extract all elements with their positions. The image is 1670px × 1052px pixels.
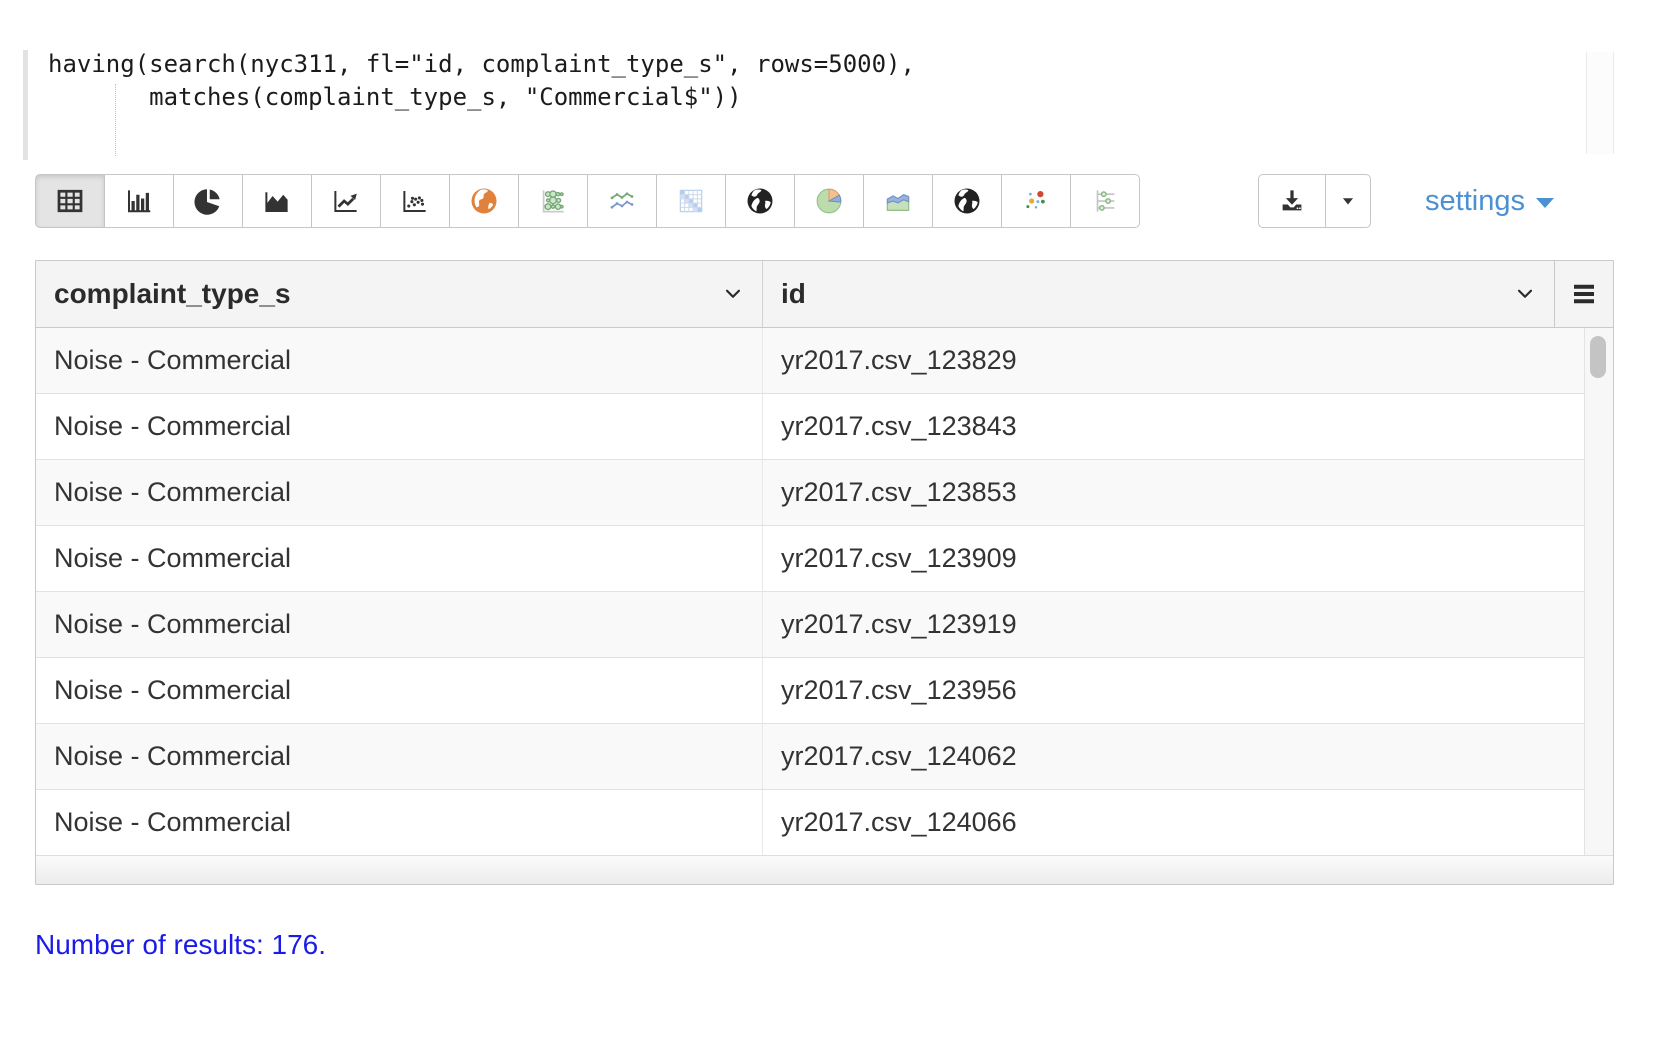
chart-button-multi-series-line[interactable] — [587, 174, 657, 228]
parallel-coords-icon — [1090, 186, 1120, 216]
table-row: Noise - Commercial yr2017.csv_124062 — [36, 724, 1613, 790]
globe2-icon — [952, 186, 982, 216]
horizontal-scroll-area — [36, 855, 1613, 884]
table-row: Noise - Commercial yr2017.csv_123919 — [36, 592, 1613, 658]
column-header-label: complaint_type_s — [54, 278, 291, 310]
column-header-label: id — [781, 278, 806, 310]
area-color-icon — [883, 186, 913, 216]
chart-button-line-chart[interactable] — [311, 174, 381, 228]
caret-down-icon — [1337, 190, 1359, 212]
table-row: Noise - Commercial yr2017.csv_123829 — [36, 328, 1613, 394]
chart-button-scatter-plot[interactable] — [380, 174, 450, 228]
chart-button-heatmap[interactable] — [656, 174, 726, 228]
chart-button-table[interactable] — [35, 174, 105, 228]
chart-button-map[interactable] — [449, 174, 519, 228]
cell-id: yr2017.csv_123919 — [763, 592, 1613, 657]
cell-complaint-type: Noise - Commercial — [36, 526, 763, 591]
export-button-group — [1258, 174, 1371, 228]
chart-button-area-chart[interactable] — [242, 174, 312, 228]
settings-dropdown[interactable]: settings — [1425, 185, 1554, 218]
cell-id: yr2017.csv_123853 — [763, 460, 1613, 525]
table-header-row: complaint_type_s id — [36, 261, 1613, 328]
scatter-color-icon — [1021, 186, 1051, 216]
area-chart-icon — [262, 186, 292, 216]
chart-button-pie-chart[interactable] — [173, 174, 243, 228]
cell-id: yr2017.csv_124062 — [763, 724, 1613, 789]
indent-guide — [115, 84, 116, 156]
scrollbar-thumb[interactable] — [1590, 336, 1606, 378]
download-button[interactable] — [1258, 174, 1326, 228]
table-row: Noise - Commercial yr2017.csv_123853 — [36, 460, 1613, 526]
editor-gutter — [23, 50, 28, 160]
download-options-button[interactable] — [1325, 174, 1371, 228]
cell-id: yr2017.csv_123843 — [763, 394, 1613, 459]
table-icon — [55, 186, 85, 216]
table-rows: Noise - Commercial yr2017.csv_123829 Noi… — [36, 328, 1613, 855]
column-header-complaint-type[interactable]: complaint_type_s — [36, 261, 763, 327]
visualization-toolbar: settings — [35, 174, 1614, 228]
editor-scrollbar[interactable] — [1586, 52, 1614, 154]
table-row: Noise - Commercial yr2017.csv_124066 — [36, 790, 1613, 855]
cell-id: yr2017.csv_124066 — [763, 790, 1613, 855]
cell-id: yr2017.csv_123909 — [763, 526, 1613, 591]
code-line: matches(complaint_type_s, "Commercial$")… — [48, 81, 1614, 114]
table-row: Noise - Commercial yr2017.csv_123909 — [36, 526, 1613, 592]
pie-color-icon — [814, 186, 844, 216]
cell-complaint-type: Noise - Commercial — [36, 658, 763, 723]
line-chart-icon — [331, 186, 361, 216]
chart-button-colored-scatter[interactable] — [1001, 174, 1071, 228]
table-row: Noise - Commercial yr2017.csv_123843 — [36, 394, 1613, 460]
heatmap-icon — [676, 186, 706, 216]
caret-down-icon — [1536, 198, 1554, 208]
column-header-id[interactable]: id — [763, 261, 1555, 327]
scatter-plot-icon — [400, 186, 430, 216]
code-area: having(search(nyc311, fl="id, complaint_… — [23, 48, 1614, 114]
chart-button-parallel-coordinates[interactable] — [1070, 174, 1140, 228]
multi-line-icon — [607, 186, 637, 216]
cell-complaint-type: Noise - Commercial — [36, 394, 763, 459]
bar-chart-icon — [124, 186, 154, 216]
cell-complaint-type: Noise - Commercial — [36, 328, 763, 393]
table-vertical-scrollbar[interactable] — [1584, 328, 1613, 855]
globe-icon — [745, 186, 775, 216]
chart-type-button-group — [35, 174, 1140, 228]
chart-button-bar-chart[interactable] — [104, 174, 174, 228]
chart-button-colored-area[interactable] — [863, 174, 933, 228]
settings-label: settings — [1425, 185, 1525, 218]
download-icon — [1277, 186, 1307, 216]
results-count-text: Number of results: 176. — [35, 929, 1670, 961]
cell-complaint-type: Noise - Commercial — [36, 724, 763, 789]
pie-chart-icon — [193, 186, 223, 216]
cell-id: yr2017.csv_123956 — [763, 658, 1613, 723]
table-row: Noise - Commercial yr2017.csv_123956 — [36, 658, 1613, 724]
cell-complaint-type: Noise - Commercial — [36, 790, 763, 855]
chevron-down-icon[interactable] — [1512, 281, 1538, 307]
cell-complaint-type: Noise - Commercial — [36, 460, 763, 525]
cell-id: yr2017.csv_123829 — [763, 328, 1613, 393]
map-icon — [469, 186, 499, 216]
chevron-down-icon[interactable] — [720, 281, 746, 307]
table-menu-button[interactable] — [1555, 261, 1613, 327]
chart-button-globe[interactable] — [725, 174, 795, 228]
table-body: Noise - Commercial yr2017.csv_123829 Noi… — [36, 328, 1613, 855]
results-table: complaint_type_s id Noise - Commercial y… — [35, 260, 1614, 885]
chart-button-colored-pie[interactable] — [794, 174, 864, 228]
bubble-matrix-icon — [538, 186, 568, 216]
code-line: having(search(nyc311, fl="id, complaint_… — [48, 48, 1614, 81]
chart-button-bubble-matrix[interactable] — [518, 174, 588, 228]
hamburger-icon — [1569, 279, 1599, 309]
chart-button-globe-2[interactable] — [932, 174, 1002, 228]
cell-complaint-type: Noise - Commercial — [36, 592, 763, 657]
code-editor[interactable]: having(search(nyc311, fl="id, complaint_… — [23, 48, 1614, 160]
